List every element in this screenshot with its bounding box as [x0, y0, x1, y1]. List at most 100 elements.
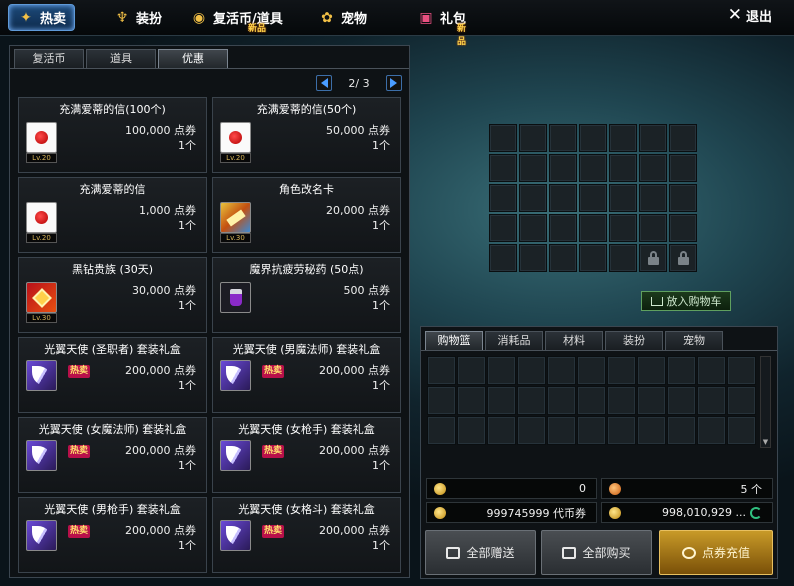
- preview-slot[interactable]: [549, 124, 577, 152]
- cart-slot[interactable]: [517, 386, 546, 415]
- preview-slot[interactable]: [519, 124, 547, 152]
- cart-slot[interactable]: [637, 416, 666, 445]
- preview-slot[interactable]: [489, 244, 517, 272]
- tab-costume[interactable]: 装扮: [605, 331, 663, 350]
- product-card[interactable]: 光翼天使 (女魔法师) 套装礼盒 热卖 200,000 点券 1个: [18, 417, 207, 493]
- add-to-cart-button[interactable]: 放入购物车: [641, 291, 731, 311]
- product-card[interactable]: 光翼天使 (圣职者) 套装礼盒 热卖 200,000 点券 1个: [18, 337, 207, 413]
- cart-slot[interactable]: [727, 416, 756, 445]
- preview-slot[interactable]: [639, 154, 667, 182]
- preview-slot[interactable]: [579, 124, 607, 152]
- preview-slot[interactable]: [609, 154, 637, 182]
- preview-slot[interactable]: [549, 154, 577, 182]
- preview-slot[interactable]: [639, 184, 667, 212]
- preview-slot[interactable]: [639, 214, 667, 242]
- refresh-icon[interactable]: [750, 506, 762, 519]
- preview-slot[interactable]: [549, 214, 577, 242]
- preview-slot[interactable]: [609, 244, 637, 272]
- preview-slot[interactable]: [609, 214, 637, 242]
- cart-slot[interactable]: [637, 356, 666, 385]
- cart-slot[interactable]: [667, 356, 696, 385]
- preview-slot[interactable]: [489, 214, 517, 242]
- cart-slot[interactable]: [577, 416, 606, 445]
- product-card[interactable]: 魔界抗疲劳秘药 (50点) 500 点券 1个: [212, 257, 401, 333]
- buy-all-button[interactable]: 全部购买: [541, 530, 652, 575]
- cart-slot[interactable]: [427, 386, 456, 415]
- cart-slot[interactable]: [697, 386, 726, 415]
- preview-slot[interactable]: [489, 184, 517, 212]
- preview-slot[interactable]: [489, 124, 517, 152]
- preview-slot[interactable]: [579, 184, 607, 212]
- product-card[interactable]: 光翼天使 (男魔法师) 套装礼盒 热卖 200,000 点券 1个: [212, 337, 401, 413]
- gift-all-button[interactable]: 全部赠送: [425, 530, 536, 575]
- recharge-button[interactable]: 点券充值: [659, 530, 773, 575]
- nav-tab-revive-items[interactable]: ◉ 复活币/道具 新品: [190, 4, 283, 35]
- nav-tab-hot-sale[interactable]: ✦ 热卖: [8, 4, 76, 31]
- cart-slot[interactable]: [427, 416, 456, 445]
- cart-slot[interactable]: [517, 356, 546, 385]
- preview-slot[interactable]: [549, 244, 577, 272]
- cart-slot[interactable]: [457, 416, 486, 445]
- prev-page-button[interactable]: [316, 75, 332, 91]
- cart-slot[interactable]: [727, 386, 756, 415]
- tab-discount[interactable]: 优惠: [158, 49, 228, 68]
- preview-slot[interactable]: [579, 154, 607, 182]
- product-card[interactable]: 角色改名卡 Lv.30 20,000 点券 1个: [212, 177, 401, 253]
- cart-slot[interactable]: [667, 416, 696, 445]
- cart-slot[interactable]: [577, 356, 606, 385]
- preview-slot[interactable]: [639, 124, 667, 152]
- exit-button[interactable]: ✕ 退出: [728, 6, 772, 26]
- cart-slot[interactable]: [457, 386, 486, 415]
- tab-consumables[interactable]: 消耗品: [485, 331, 543, 350]
- product-card[interactable]: 光翼天使 (男枪手) 套装礼盒 热卖 200,000 点券 1个: [18, 497, 207, 573]
- chevron-down-icon[interactable]: ▼: [761, 437, 770, 447]
- preview-slot[interactable]: [669, 154, 697, 182]
- preview-slot[interactable]: [669, 214, 697, 242]
- cart-slot[interactable]: [457, 356, 486, 385]
- preview-slot[interactable]: [519, 184, 547, 212]
- preview-slot[interactable]: [519, 214, 547, 242]
- cart-slot[interactable]: [517, 416, 546, 445]
- preview-slot[interactable]: [669, 184, 697, 212]
- preview-slot[interactable]: [579, 244, 607, 272]
- cart-slot[interactable]: [637, 386, 666, 415]
- product-card[interactable]: 黑钻贵族 (30天) Lv.30 30,000 点券 1个: [18, 257, 207, 333]
- cart-slot[interactable]: [577, 386, 606, 415]
- cart-slot[interactable]: [667, 386, 696, 415]
- preview-slot[interactable]: [609, 124, 637, 152]
- cart-scrollbar[interactable]: ▼: [760, 356, 771, 448]
- product-card[interactable]: 充满爱蒂的信(100个) Lv.20 100,000 点券 1个: [18, 97, 207, 173]
- preview-slot[interactable]: [669, 124, 697, 152]
- cart-slot[interactable]: [607, 416, 636, 445]
- tab-revive-coin[interactable]: 复活币: [14, 49, 84, 68]
- cart-slot[interactable]: [697, 416, 726, 445]
- cart-slot[interactable]: [487, 416, 516, 445]
- cart-slot[interactable]: [547, 356, 576, 385]
- preview-slot[interactable]: [489, 154, 517, 182]
- cart-slot[interactable]: [487, 386, 516, 415]
- product-card[interactable]: 光翼天使 (女格斗) 套装礼盒 热卖 200,000 点券 1个: [212, 497, 401, 573]
- product-card[interactable]: 光翼天使 (女枪手) 套装礼盒 热卖 200,000 点券 1个: [212, 417, 401, 493]
- cart-slot[interactable]: [547, 416, 576, 445]
- preview-slot[interactable]: [519, 244, 547, 272]
- nav-tab-gift-pack[interactable]: ▣ 礼包 新品: [417, 4, 466, 48]
- cart-slot[interactable]: [607, 356, 636, 385]
- next-page-button[interactable]: [385, 75, 402, 91]
- preview-slot[interactable]: [519, 154, 547, 182]
- product-card[interactable]: 充满爱蒂的信 Lv.20 1,000 点券 1个: [18, 177, 207, 253]
- tab-pets[interactable]: 宠物: [665, 331, 723, 350]
- preview-slot[interactable]: [609, 184, 637, 212]
- nav-tab-costume[interactable]: ♆ 装扮: [113, 4, 162, 31]
- cart-slot[interactable]: [547, 386, 576, 415]
- cart-slot[interactable]: [727, 356, 756, 385]
- cart-slot[interactable]: [427, 356, 456, 385]
- cart-slot[interactable]: [697, 356, 726, 385]
- product-card[interactable]: 充满爱蒂的信(50个) Lv.20 50,000 点券 1个: [212, 97, 401, 173]
- tab-materials[interactable]: 材料: [545, 331, 603, 350]
- preview-slot[interactable]: [579, 214, 607, 242]
- tab-items[interactable]: 道具: [86, 49, 156, 68]
- tab-shopping-basket[interactable]: 购物篮: [425, 331, 483, 350]
- preview-slot[interactable]: [549, 184, 577, 212]
- cart-slot[interactable]: [487, 356, 516, 385]
- cart-slot[interactable]: [607, 386, 636, 415]
